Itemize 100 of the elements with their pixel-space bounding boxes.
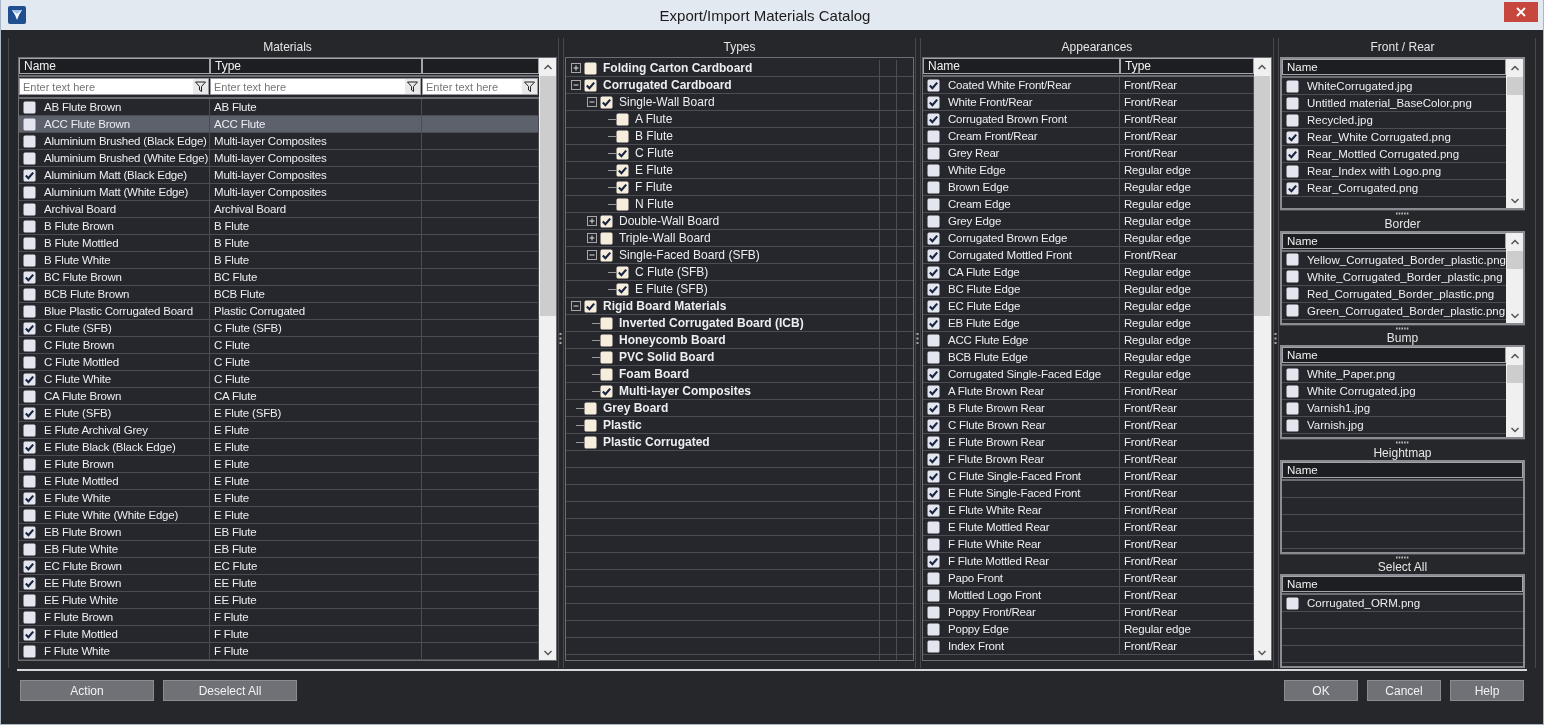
column-header[interactable]: Name [1281, 347, 1506, 363]
tree-item[interactable]: Triple-Wall Board [619, 231, 711, 245]
checkbox[interactable] [584, 78, 597, 92]
tree-item[interactable]: Corrugated Cardboard [603, 78, 732, 92]
checkbox[interactable] [23, 423, 36, 437]
checkbox[interactable] [23, 627, 36, 641]
checkbox[interactable] [926, 197, 940, 211]
splitter-grip[interactable] [1274, 332, 1278, 344]
filter-field[interactable]: Enter text here [422, 78, 538, 95]
checkbox[interactable] [584, 61, 597, 75]
checkbox[interactable] [600, 214, 613, 228]
table-row[interactable]: EB Flute Brown EB Flute [19, 524, 539, 541]
checkbox[interactable] [926, 469, 940, 483]
column-header[interactable]: Name [19, 58, 210, 74]
table-row[interactable]: CA Flute Brown CA Flute [19, 388, 539, 405]
scrollbar-thumb[interactable] [1506, 77, 1523, 95]
tree-item[interactable]: Plastic [603, 418, 642, 432]
table-row[interactable]: B Flute Mottled B Flute [19, 235, 539, 252]
tree-item[interactable]: C Flute (SFB) [635, 265, 709, 279]
checkbox[interactable] [23, 151, 36, 165]
checkbox[interactable] [926, 163, 940, 177]
checkbox[interactable] [926, 639, 940, 653]
tree-item[interactable]: B Flute [635, 129, 673, 143]
splitter-grip[interactable] [1395, 212, 1409, 216]
checkbox[interactable] [23, 389, 36, 403]
scrollbar-thumb[interactable] [1254, 76, 1271, 316]
checkbox[interactable] [926, 486, 940, 500]
checkbox[interactable] [23, 355, 36, 369]
checkbox[interactable] [23, 270, 36, 284]
checkbox[interactable] [600, 350, 613, 364]
filter-field[interactable]: Enter text here [210, 78, 421, 95]
tree-item[interactable]: Double-Wall Board [619, 214, 720, 228]
tree-item[interactable]: F Flute [635, 180, 673, 194]
column-header[interactable]: Type [1119, 58, 1254, 74]
checkbox[interactable] [584, 299, 597, 313]
checkbox[interactable] [23, 253, 36, 267]
checkbox[interactable] [926, 520, 940, 534]
checkbox[interactable] [600, 367, 613, 381]
action-button[interactable]: Deselect All [163, 680, 297, 701]
scrollbar-thumb[interactable] [1506, 250, 1523, 269]
checkbox[interactable] [926, 503, 940, 517]
checkbox[interactable] [926, 367, 940, 381]
checkbox[interactable] [23, 321, 36, 335]
checkbox[interactable] [23, 219, 36, 233]
checkbox[interactable] [600, 95, 613, 109]
tree-item[interactable]: C Flute [635, 146, 674, 160]
checkbox[interactable] [23, 287, 36, 301]
checkbox[interactable] [616, 265, 629, 279]
checkbox[interactable] [23, 202, 36, 216]
filter-icon[interactable] [405, 79, 420, 94]
checkbox[interactable] [23, 491, 36, 505]
table-row[interactable]: E Flute Archival Grey E Flute [19, 422, 539, 439]
scrollbar[interactable] [1506, 347, 1523, 437]
checkbox[interactable] [926, 112, 940, 126]
table-row[interactable]: EE Flute Brown EE Flute [19, 575, 539, 592]
checkbox[interactable] [616, 112, 629, 126]
tree-item[interactable]: Single-Wall Board [619, 95, 715, 109]
table-row[interactable]: C Flute Mottled C Flute [19, 354, 539, 371]
collapse-icon[interactable] [571, 300, 582, 312]
checkbox[interactable] [1285, 401, 1299, 415]
checkbox[interactable] [23, 406, 36, 420]
checkbox[interactable] [23, 440, 36, 454]
scrollbar[interactable] [1506, 59, 1523, 208]
table-row[interactable]: C Flute (SFB) C Flute (SFB) [19, 320, 539, 337]
checkbox[interactable] [926, 78, 940, 92]
checkbox[interactable] [926, 622, 940, 636]
checkbox[interactable] [926, 418, 940, 432]
table-row[interactable]: E Flute (SFB) E Flute (SFB) [19, 405, 539, 422]
checkbox[interactable] [926, 537, 940, 551]
checkbox[interactable] [1285, 113, 1299, 127]
table-row[interactable]: E Flute Mottled E Flute [19, 473, 539, 490]
scrollbar-thumb[interactable] [1506, 365, 1523, 383]
checkbox[interactable] [1285, 79, 1299, 93]
column-header[interactable]: Type [210, 58, 422, 74]
checkbox[interactable] [1285, 596, 1299, 610]
column-header[interactable]: Name [1281, 461, 1523, 478]
checkbox[interactable] [600, 316, 613, 330]
checkbox[interactable] [616, 129, 629, 143]
filter-icon[interactable] [522, 79, 537, 94]
table-row[interactable]: EC Flute Brown EC Flute [19, 558, 539, 575]
checkbox[interactable] [926, 248, 940, 262]
action-button[interactable]: Action [20, 680, 154, 701]
checkbox[interactable] [1285, 418, 1299, 432]
checkbox[interactable] [926, 265, 940, 279]
checkbox[interactable] [1285, 384, 1299, 398]
table-row[interactable]: F Flute Brown F Flute [19, 609, 539, 626]
checkbox[interactable] [926, 333, 940, 347]
tree-item[interactable]: N Flute [635, 197, 674, 211]
table-row[interactable]: Aluminium Matt (Black Edge) Multi-layer Composites [19, 167, 539, 184]
table-row[interactable]: E Flute Brown E Flute [19, 456, 539, 473]
checkbox[interactable] [926, 231, 940, 245]
checkbox[interactable] [926, 401, 940, 415]
table-row[interactable]: BCB Flute Brown BCB Flute [19, 286, 539, 303]
checkbox[interactable] [600, 231, 613, 245]
checkbox[interactable] [23, 372, 36, 386]
scrollbar[interactable] [1506, 232, 1523, 323]
checkbox[interactable] [926, 282, 940, 296]
checkbox[interactable] [926, 452, 940, 466]
checkbox[interactable] [23, 236, 36, 250]
expand-icon[interactable] [571, 62, 582, 74]
